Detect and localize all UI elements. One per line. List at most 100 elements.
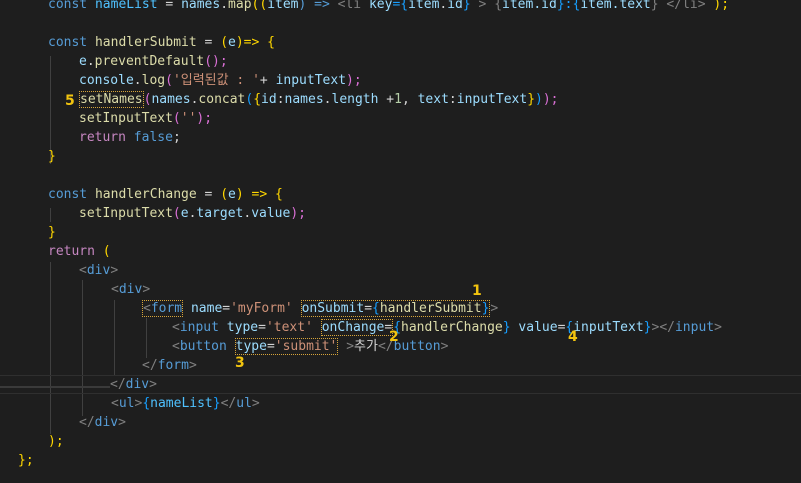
- token: handlerChange: [87, 187, 197, 202]
- code-line-24[interactable]: );: [0, 432, 801, 451]
- token: >: [440, 339, 449, 354]
- token: false: [125, 130, 173, 145]
- token: };: [18, 453, 34, 468]
- code-line-15[interactable]: <div>: [0, 261, 801, 280]
- code-line-6[interactable]: setNames(names.concat({id:names.length +…: [0, 90, 801, 109]
- token: id: [261, 92, 277, 107]
- token: );: [713, 0, 730, 12]
- code-line-19[interactable]: <button type='submit' >추가</button>: [0, 337, 801, 356]
- code-line-3[interactable]: const handlerSubmit = (e)=> {: [0, 33, 801, 52]
- code-line-25[interactable]: };: [0, 451, 801, 470]
- token: ;: [172, 130, 181, 145]
- type-submit-highlight: type='submit': [234, 338, 339, 355]
- token: >: [118, 415, 126, 430]
- token: <: [172, 320, 180, 335]
- token: length: [331, 92, 379, 107]
- code-line-4[interactable]: e.preventDefault();: [0, 52, 801, 71]
- token: text: [417, 92, 449, 107]
- code-line-14[interactable]: return (: [0, 242, 801, 261]
- code-line-21-current[interactable]: </div>: [0, 375, 801, 394]
- token: e: [180, 206, 189, 221]
- token: '입력된값 : ': [172, 73, 260, 88]
- token: div: [125, 377, 150, 392]
- token: >: [188, 358, 197, 373]
- token: inputText: [456, 92, 528, 107]
- token: form: [157, 358, 189, 373]
- code-line-20[interactable]: </form>: [0, 356, 801, 375]
- token: 'text': [265, 320, 313, 335]
- token: =: [222, 301, 231, 316]
- token: );: [48, 434, 64, 449]
- token: item: [267, 0, 299, 12]
- token: }: [502, 320, 511, 335]
- token: const: [48, 35, 88, 50]
- token: }:{: [556, 0, 581, 12]
- token: e: [79, 54, 87, 69]
- token: .: [133, 73, 142, 88]
- token: <li: [337, 0, 362, 12]
- token: item.text: [580, 0, 651, 12]
- token: onChange: [321, 320, 385, 335]
- token: {: [372, 301, 380, 316]
- token: =: [196, 187, 221, 202]
- code-line-12[interactable]: setInputText(e.target.value);: [0, 204, 801, 223]
- token: ></: [651, 320, 675, 335]
- token: =: [266, 339, 275, 354]
- code-line-9[interactable]: }: [0, 147, 801, 166]
- code-line-5[interactable]: console.log('입력된값 : '+ inputText);: [0, 71, 801, 90]
- token: (: [220, 35, 229, 50]
- annotation-5: 5: [65, 93, 75, 109]
- token: </: [110, 377, 126, 392]
- code-line-13[interactable]: }: [0, 223, 801, 242]
- token: value: [251, 206, 291, 221]
- code-line-1[interactable]: const nameList = names.map((item) => <li…: [0, 0, 801, 14]
- code-line-8[interactable]: return false;: [0, 128, 801, 147]
- code-line-22[interactable]: <ul>{nameList}</ul>: [0, 394, 801, 413]
- token: onSubmit: [301, 301, 365, 316]
- annotation-2: 2: [389, 329, 399, 345]
- token: }: [527, 92, 536, 107]
- token: >: [251, 396, 260, 411]
- token: <: [111, 396, 119, 411]
- code-editor[interactable]: const nameList = names.map((item) => <li…: [0, 0, 801, 483]
- token: );: [290, 206, 306, 221]
- token: (: [94, 244, 111, 259]
- token: '': [180, 111, 197, 126]
- token: +: [378, 92, 395, 107]
- token: </: [220, 396, 237, 411]
- token: >: [714, 320, 722, 335]
- token: ((: [251, 0, 268, 12]
- token: ) =>: [298, 0, 338, 12]
- token: preventDefault: [94, 54, 205, 69]
- token: div: [94, 415, 119, 430]
- token: (: [172, 111, 181, 126]
- code-line-11[interactable]: const handlerChange = (e) => {: [0, 185, 801, 204]
- onsubmit-highlight: onSubmit={handlerSubmit}: [300, 300, 491, 317]
- token: .: [220, 0, 229, 12]
- token: );: [542, 92, 559, 107]
- token: target: [196, 206, 244, 221]
- token: );: [346, 73, 362, 88]
- token: <: [172, 339, 180, 354]
- token: </: [79, 415, 95, 430]
- code-line-17[interactable]: <form name='myForm' onSubmit={handlerSub…: [0, 299, 801, 318]
- token: input: [179, 320, 219, 335]
- token: handlerSubmit: [379, 301, 482, 316]
- token: <: [143, 301, 151, 316]
- token: type: [218, 320, 259, 335]
- code-line-23[interactable]: </div>: [0, 413, 801, 432]
- code-line-7[interactable]: setInputText('');: [0, 109, 801, 128]
- token: return: [79, 130, 126, 145]
- code-line-18[interactable]: <input type='text' onChange={handlerChan…: [0, 318, 801, 337]
- token: inputText: [275, 73, 347, 88]
- token: <: [79, 263, 87, 278]
- token: <: [111, 282, 119, 297]
- token: id: [447, 0, 463, 12]
- token: }: [643, 320, 652, 335]
- token: button: [179, 339, 227, 354]
- token: nameList: [94, 0, 158, 12]
- token: e: [228, 35, 236, 50]
- code-line-16[interactable]: <div>: [0, 280, 801, 299]
- token: > {: [470, 0, 503, 12]
- token: map: [228, 0, 252, 12]
